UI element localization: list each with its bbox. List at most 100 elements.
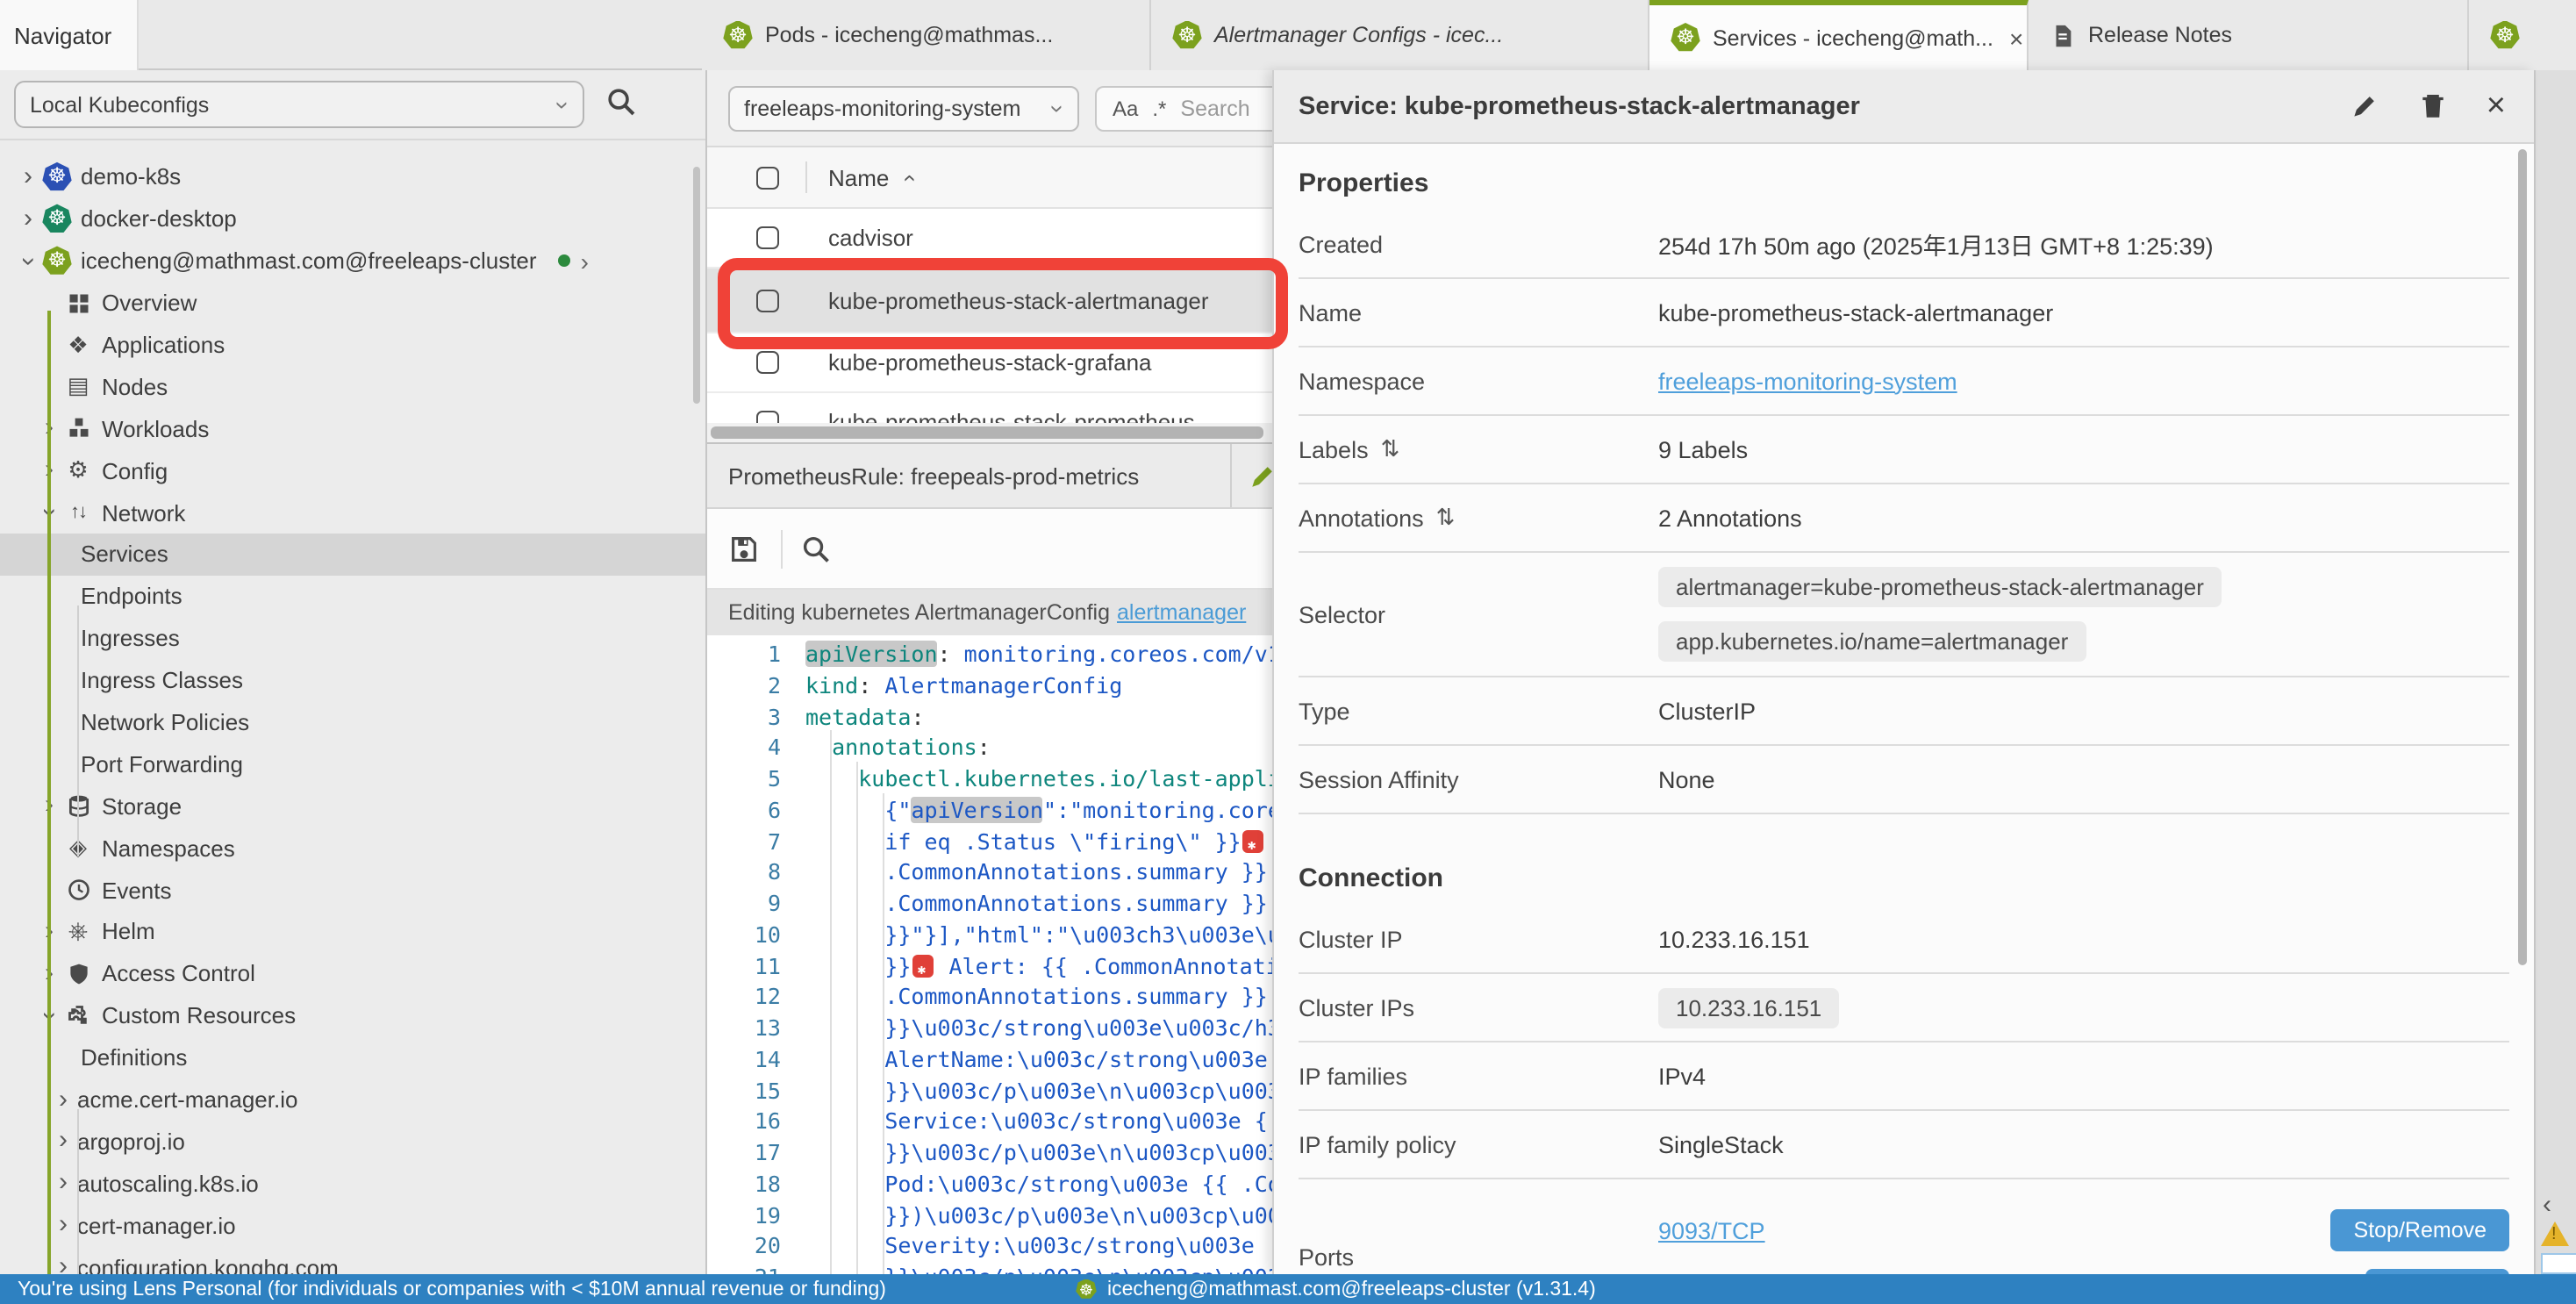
- sidebar-item-demo-k8s[interactable]: ›☸demo-k8s: [0, 156, 705, 198]
- row-checkbox[interactable]: [756, 226, 779, 249]
- tab-pods-icecheng-mathmas[interactable]: ☸Pods - icecheng@mathmas...: [702, 0, 1151, 70]
- sidebar-item-overview[interactable]: Overview: [0, 282, 705, 324]
- sidebar-item-nodes[interactable]: ▤Nodes: [0, 366, 705, 408]
- sidebar-item-ingresses[interactable]: Ingresses: [0, 618, 705, 660]
- drawer-scrollbar[interactable]: [2518, 149, 2527, 965]
- sidebar-item-label: Access Control: [102, 961, 255, 987]
- line-content: {"apiVersion":"monitoring.core: [798, 795, 1281, 827]
- kubernetes-icon: ☸: [42, 204, 72, 234]
- select-all-checkbox[interactable]: [756, 166, 779, 189]
- sidebar-item-applications[interactable]: ❖Applications: [0, 324, 705, 366]
- sidebar-item-events[interactable]: Events: [0, 869, 705, 911]
- line-content: Pod:\u003c/strong\u003e {{ .Co: [798, 1169, 1281, 1200]
- sidebar-item-storage[interactable]: ›Storage: [0, 785, 705, 828]
- detail-label: Selector: [1299, 601, 1658, 627]
- detail-label: Cluster IPs: [1299, 994, 1658, 1021]
- port-link[interactable]: 9093/TCP: [1658, 1217, 1765, 1243]
- sidebar-item-autoscaling-k8s-io[interactable]: ›autoscaling.k8s.io: [0, 1163, 705, 1205]
- search-icon[interactable]: [605, 86, 640, 121]
- kubernetes-icon: ☸: [1671, 23, 1700, 53]
- sidebar-item-icecheng-mathmast-com-freeleaps-cluster[interactable]: ›☸icecheng@mathmast.com@freeleaps-cluste…: [0, 240, 705, 283]
- sort-toggle-icon[interactable]: ⇅: [1436, 504, 1456, 532]
- detail-label: Namespace: [1299, 368, 1658, 394]
- line-content: .CommonAnnotations.summary }}: [798, 857, 1268, 889]
- sidebar-item-workloads[interactable]: ›Workloads: [0, 408, 705, 450]
- sidebar-item-network-policies[interactable]: Network Policies: [0, 701, 705, 743]
- sidebar-item-ingress-classes[interactable]: Ingress Classes: [0, 659, 705, 701]
- column-header-name[interactable]: Name: [828, 164, 889, 190]
- sort-toggle-icon[interactable]: ⇅: [1381, 435, 1400, 463]
- chevron-right-icon[interactable]: ›: [14, 168, 42, 186]
- sidebar-item-configuration-konghq-com[interactable]: ›configuration.konghq.com: [0, 1246, 705, 1274]
- namespace-select[interactable]: freeleaps-monitoring-system ›: [728, 86, 1079, 132]
- editing-resource-link[interactable]: alertmanager: [1117, 600, 1246, 625]
- collapse-left-icon[interactable]: ‹: [2543, 1190, 2551, 1220]
- stop-remove-button[interactable]: Stop/Remove: [2331, 1209, 2509, 1251]
- chevron-right-icon[interactable]: ›: [49, 1216, 77, 1234]
- sidebar-item-access-control[interactable]: ›Access Control: [0, 953, 705, 995]
- tab-release-notes[interactable]: Release Notes: [2029, 0, 2469, 70]
- chevron-right-icon[interactable]: ›: [14, 211, 42, 228]
- active-cluster-text[interactable]: icecheng@mathmast.com@freeleaps-cluster …: [1107, 1279, 1596, 1300]
- line-content: if eq .Status \"firing\" }}: [798, 826, 1266, 857]
- sidebar-item-cert-manager-io[interactable]: ›cert-manager.io: [0, 1205, 705, 1247]
- detail-value: ClusterIP: [1658, 698, 1756, 724]
- sidebar-item-config[interactable]: ›⚙Config: [0, 449, 705, 491]
- sidebar-item-network[interactable]: ›↑↓Network: [0, 491, 705, 534]
- regex-toggle[interactable]: .*: [1152, 97, 1166, 121]
- line-number: 16: [707, 1107, 798, 1138]
- window-right-edge: ‹: [2534, 70, 2576, 1274]
- row-checkbox[interactable]: [756, 351, 779, 374]
- sidebar-item-label: Port Forwarding: [81, 751, 243, 777]
- line-content: Service:\u003c/strong\u003e {: [798, 1107, 1268, 1138]
- close-tab-icon[interactable]: ×: [2006, 24, 2027, 52]
- indent-guide: [830, 730, 832, 1274]
- row-checkbox[interactable]: [756, 289, 779, 312]
- tab-item[interactable]: ☸: [2469, 0, 2576, 70]
- chevron-right-icon[interactable]: ›: [49, 1133, 77, 1150]
- sidebar-item-helm[interactable]: ›⎈Helm: [0, 911, 705, 953]
- close-icon[interactable]: ×: [2487, 91, 2506, 121]
- sort-asc-icon[interactable]: ›: [894, 174, 920, 182]
- tab-services-icecheng-math[interactable]: ☸Services - icecheng@math...×: [1649, 0, 2029, 70]
- grid-icon: [63, 290, 93, 315]
- table-hscroll-thumb[interactable]: [711, 426, 1263, 439]
- delete-icon[interactable]: [2418, 91, 2448, 121]
- kubernetes-olive-icon: ☸: [42, 246, 72, 276]
- kubernetes-blue-icon: ☸: [42, 162, 72, 192]
- chevron-right-icon[interactable]: ›: [49, 1091, 77, 1108]
- match-case-toggle[interactable]: Aa: [1113, 97, 1138, 121]
- alarm-emoji-icon: [1243, 829, 1264, 852]
- editor-search-icon[interactable]: [800, 533, 832, 564]
- tab-alertmanager-configs-icec[interactable]: ☸Alertmanager Configs - icec...: [1151, 0, 1649, 70]
- sidebar-item-definitions[interactable]: Definitions: [0, 1036, 705, 1078]
- chevron-right-icon[interactable]: ›: [581, 252, 589, 269]
- sidebar-item-acme-cert-manager-io[interactable]: ›acme.cert-manager.io: [0, 1078, 705, 1121]
- sidebar-item-docker-desktop[interactable]: ›☸docker-desktop: [0, 198, 705, 240]
- kubeconfig-select[interactable]: Local Kubeconfigs ›: [14, 81, 584, 128]
- edit-icon[interactable]: [2350, 91, 2379, 121]
- save-icon[interactable]: [728, 533, 760, 564]
- sidebar-item-custom-resources[interactable]: ›Custom Resources: [0, 995, 705, 1037]
- detail-label: Cluster IP: [1299, 926, 1658, 952]
- drawer-body: PropertiesCreated254d 17h 50m ago (2025年…: [1274, 144, 2534, 1274]
- sidebar-item-namespaces[interactable]: ◈Namespaces: [0, 828, 705, 870]
- sidebar-scrollbar[interactable]: [693, 167, 700, 404]
- line-content: }})\u003c/p\u003e\n\u003cp\u00: [798, 1200, 1281, 1231]
- sidebar-item-port-forwarding[interactable]: Port Forwarding: [0, 743, 705, 785]
- detail-value[interactable]: freeleaps-monitoring-system: [1658, 368, 1957, 394]
- dock-tab-title[interactable]: PrometheusRule: freepeals-prod-metrics: [707, 462, 1139, 489]
- chevron-right-icon[interactable]: ›: [49, 1258, 77, 1274]
- detail-label: Annotations⇅: [1299, 504, 1658, 532]
- navigator-panel-header: Navigator: [0, 0, 139, 70]
- row-name: cadvisor: [828, 225, 913, 251]
- chevron-down-icon[interactable]: ›: [19, 247, 37, 275]
- chevron-right-icon[interactable]: ›: [49, 1175, 77, 1193]
- custom-resources-subtree-guide: [77, 1109, 79, 1274]
- shield-icon: [63, 962, 93, 986]
- editing-text: Editing kubernetes AlertmanagerConfig: [728, 600, 1110, 625]
- sidebar-item-services[interactable]: Services: [0, 534, 705, 576]
- sidebar-item-argoproj-io[interactable]: ›argoproj.io: [0, 1121, 705, 1163]
- tab-strip: ☸Pods - icecheng@mathmas...☸Alertmanager…: [702, 0, 2576, 70]
- sidebar-item-endpoints[interactable]: Endpoints: [0, 576, 705, 618]
